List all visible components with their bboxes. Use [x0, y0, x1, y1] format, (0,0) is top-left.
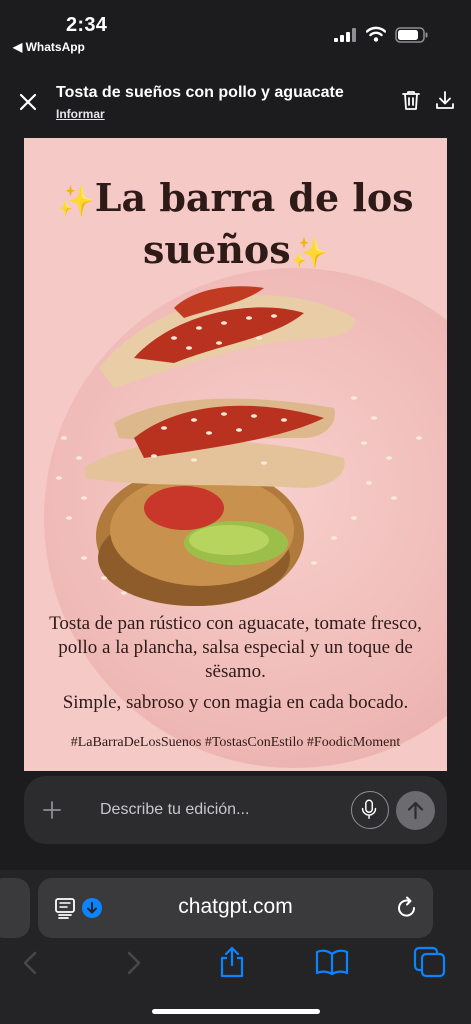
battery-icon: [395, 27, 428, 43]
mic-icon: [361, 799, 377, 819]
poster-title: ✨La barra de los sueños✨: [24, 174, 447, 278]
poster-title-line2: sueños: [143, 227, 291, 272]
back-to-app-link[interactable]: ◀ WhatsApp: [13, 40, 85, 54]
generated-image[interactable]: ✨La barra de los sueños✨ Tosta de pan rú…: [24, 138, 447, 771]
close-icon[interactable]: [18, 92, 38, 112]
status-time: 2:34: [66, 14, 108, 36]
status-bar: 2:34 ◀ WhatsApp: [0, 0, 471, 60]
plus-icon[interactable]: [40, 798, 64, 822]
book-icon[interactable]: [315, 948, 349, 976]
download-icon[interactable]: [434, 89, 456, 111]
poster-hashtags: #LaBarraDeLosSuenos #TostasConEstilo #Fo…: [70, 735, 401, 750]
mic-button[interactable]: [351, 791, 389, 829]
share-icon[interactable]: [218, 946, 246, 978]
poster-description: Tosta de pan rústico con aguacate, tomat…: [49, 613, 422, 682]
report-link[interactable]: Informar: [56, 107, 105, 121]
home-indicator: [152, 1009, 320, 1014]
chevron-left-icon[interactable]: [20, 950, 42, 976]
signal-icon: [334, 28, 356, 42]
sparkle-icon: ✨: [290, 236, 328, 271]
address-bar[interactable]: chatgpt.com: [38, 878, 433, 938]
previous-tab-preview[interactable]: [0, 878, 30, 938]
poster-tagline: Simple, sabroso y con magia en cada boca…: [62, 692, 409, 713]
arrow-up-icon: [407, 801, 424, 820]
viewer-header: Tosta de sueños con pollo y aguacate Inf…: [0, 70, 471, 130]
tabs-icon[interactable]: [413, 946, 447, 978]
url-text: chatgpt.com: [178, 895, 293, 918]
browser-toolbar: chatgpt.com: [0, 870, 471, 1024]
reload-icon[interactable]: [395, 895, 419, 921]
sparkle-icon: ✨: [57, 184, 95, 219]
image-title: Tosta de sueños con pollo y aguacate: [56, 84, 344, 101]
trash-icon[interactable]: [400, 89, 422, 111]
screen: 2:34 ◀ WhatsApp Tosta de sueños con poll…: [0, 0, 471, 1024]
send-button[interactable]: [396, 791, 435, 830]
poster-title-line1: La barra de los: [94, 175, 414, 220]
chevron-right-icon[interactable]: [122, 950, 144, 976]
edit-prompt-input[interactable]: [100, 796, 330, 824]
edit-composer: [24, 776, 447, 844]
wifi-icon: [366, 26, 386, 42]
